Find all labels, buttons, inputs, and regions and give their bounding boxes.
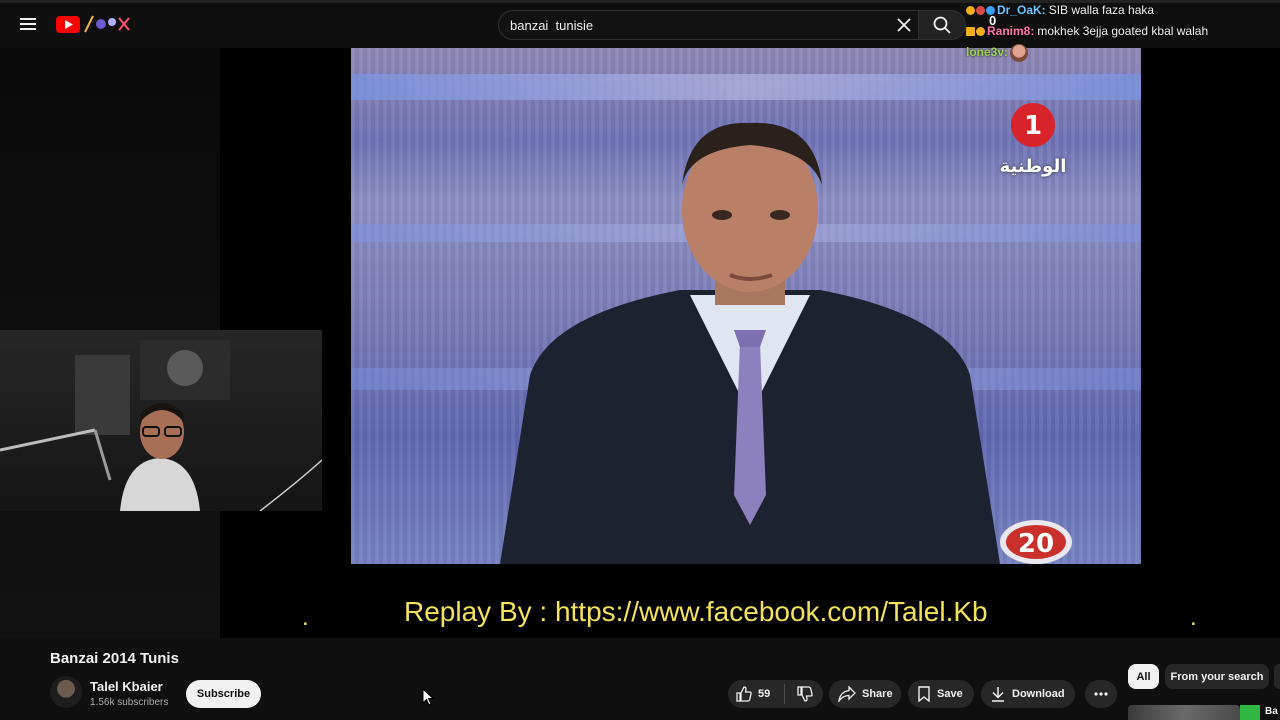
search-icon	[933, 16, 951, 34]
badge-icon	[966, 6, 975, 15]
chat-counter: 0	[989, 13, 997, 28]
like-button[interactable]: 59	[736, 686, 770, 702]
chat-message: Dr_OaK: SIB walla faza haka	[966, 0, 1280, 21]
next-video-thumbnail-accent	[1240, 705, 1260, 720]
chat-message: lone3v:	[966, 42, 1280, 63]
channel-avatar[interactable]	[50, 676, 82, 708]
filter-chip-all[interactable]: All	[1128, 664, 1159, 689]
search-button[interactable]	[918, 10, 966, 40]
youtube-play-icon	[56, 15, 80, 33]
mouse-cursor-icon	[422, 688, 434, 706]
chat-badges	[966, 27, 985, 36]
chat-username: lone3v:	[966, 45, 1009, 59]
save-label: Save	[937, 688, 963, 700]
overlay-dot: .	[1190, 604, 1197, 631]
close-icon	[897, 18, 911, 32]
like-count: 59	[758, 688, 771, 700]
save-button[interactable]: Save	[908, 680, 974, 708]
channel-logo-text: الوطنية	[999, 156, 1067, 177]
badge-icon	[976, 27, 985, 36]
webcam-image	[0, 340, 322, 511]
replay-overlay-text: Replay By : https://www.facebook.com/Tal…	[404, 596, 988, 627]
share-icon	[838, 686, 856, 702]
crown-badge-icon	[966, 27, 975, 36]
more-horizontal-icon	[1094, 692, 1108, 696]
corner-badge-number: 20	[1018, 529, 1054, 559]
thumbs-up-icon	[736, 686, 752, 702]
chat-overlay: Dr_OaK: SIB walla faza haka Ranim8: mokh…	[966, 0, 1280, 63]
chat-text: SIB walla faza haka	[1048, 3, 1155, 17]
next-video-thumbnail[interactable]	[1128, 705, 1240, 720]
clear-search-button[interactable]	[892, 14, 916, 36]
chat-username: Dr_OaK:	[997, 3, 1046, 17]
filter-chip-next[interactable]	[1274, 664, 1280, 689]
chat-message: Ranim8: mokhek 3ejja goated kbal walah	[966, 21, 1280, 42]
video-title: Banzai 2014 Tunis	[50, 650, 179, 667]
dislike-button[interactable]	[797, 686, 814, 702]
news-anchor-image	[500, 122, 1000, 564]
corner-badge: 20	[1000, 520, 1072, 564]
download-button[interactable]: Download	[981, 680, 1075, 708]
like-dislike-group: 59	[728, 680, 823, 708]
search-input[interactable]	[510, 15, 880, 35]
next-video-title[interactable]: Ba	[1265, 706, 1278, 717]
subscriber-count: 1.56k subscribers	[90, 697, 169, 708]
subscribe-button[interactable]: Subscribe	[186, 680, 261, 708]
doodle-icon	[84, 15, 130, 33]
more-actions-button[interactable]	[1085, 680, 1117, 708]
thumbs-down-icon	[797, 686, 814, 702]
badge-icon	[976, 6, 985, 15]
search-box	[498, 10, 918, 40]
overlay-dot: .	[302, 604, 309, 631]
emote-icon	[1010, 43, 1029, 62]
share-label: Share	[862, 688, 893, 700]
guide-menu-button[interactable]	[14, 10, 42, 38]
studio-light-stripe	[351, 74, 1141, 100]
channel-name[interactable]: Talel Kbaier	[90, 679, 163, 694]
share-button[interactable]: Share	[829, 680, 901, 708]
chat-text: mokhek 3ejja goated kbal walah	[1037, 24, 1209, 38]
youtube-logo[interactable]	[56, 14, 135, 34]
download-icon	[992, 687, 1004, 702]
bookmark-icon	[918, 686, 930, 702]
divider	[784, 684, 786, 704]
download-label: Download	[1012, 688, 1065, 700]
hamburger-icon	[20, 18, 36, 30]
streamer-webcam	[0, 330, 322, 511]
svg-text:1: 1	[1024, 111, 1042, 141]
filter-chip-from-search[interactable]: From your search	[1165, 664, 1269, 689]
